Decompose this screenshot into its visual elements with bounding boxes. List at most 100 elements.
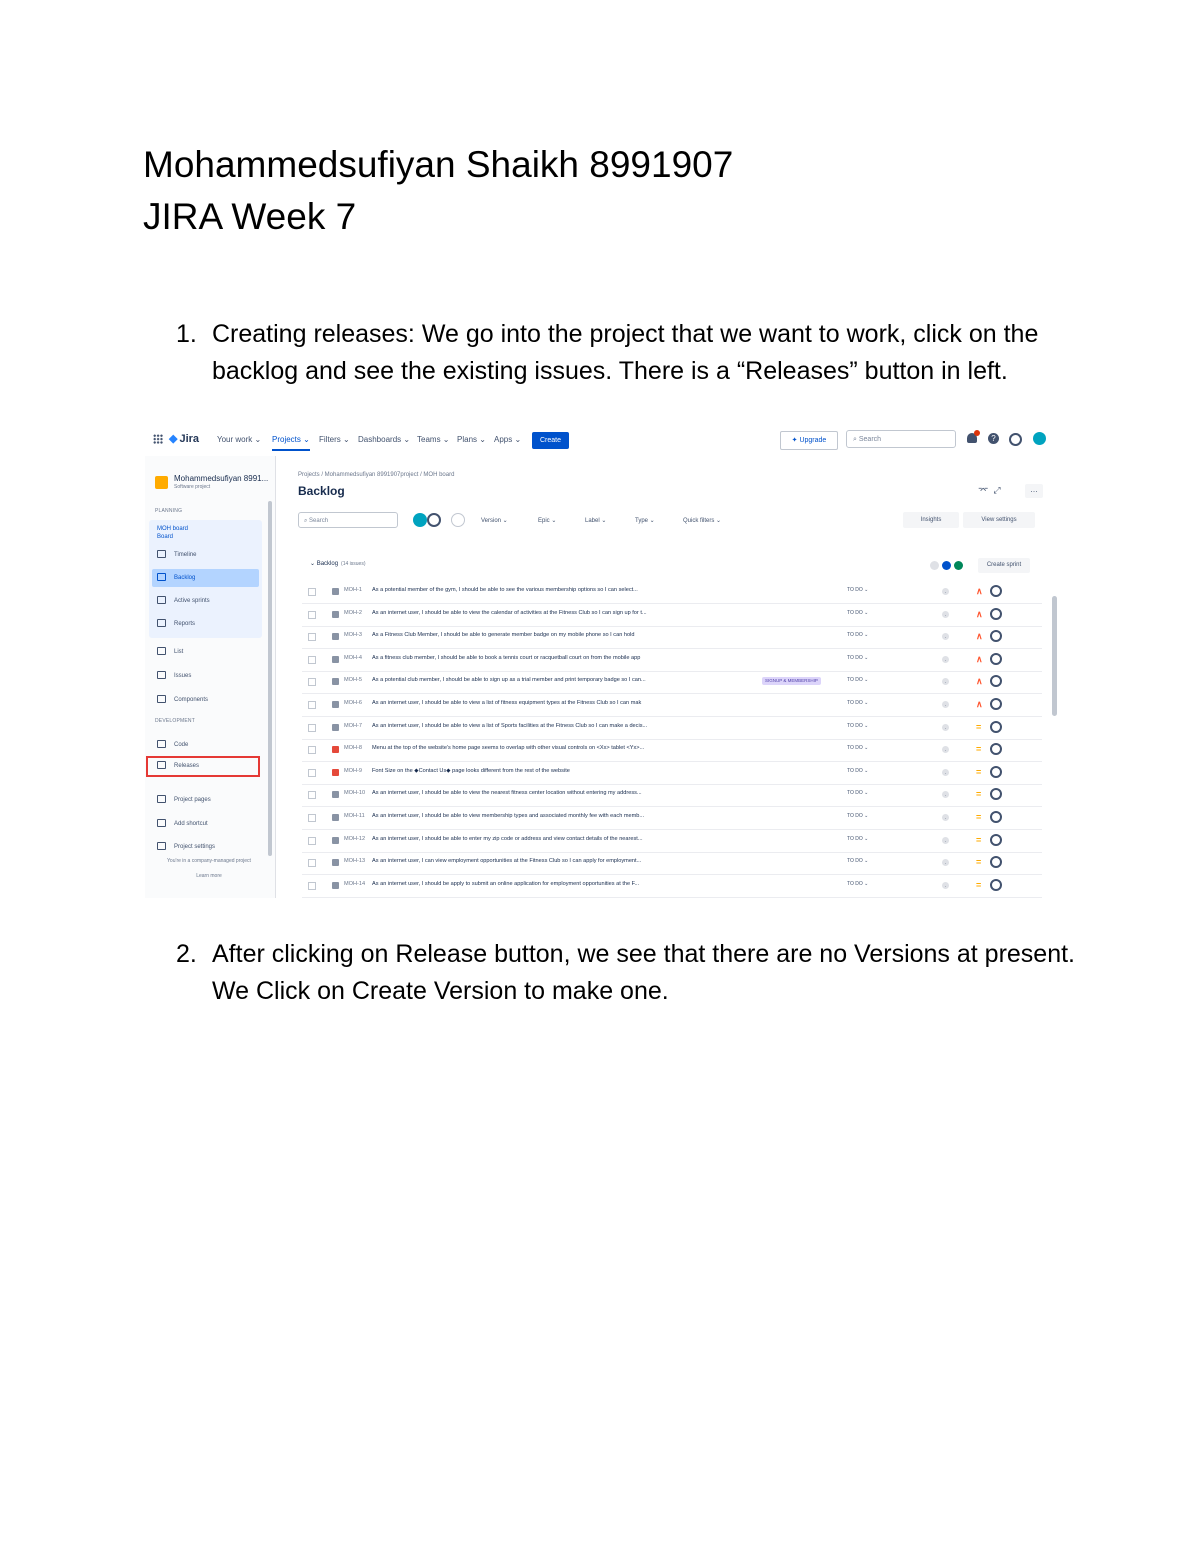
nav-projects[interactable]: Projects ⌄ <box>272 435 310 451</box>
issue-key[interactable]: MOH-8 <box>344 745 362 751</box>
sidebar-item-reports[interactable]: Reports <box>157 615 259 633</box>
board-selector[interactable]: MOH board Board <box>157 525 188 541</box>
issue-key[interactable]: MOH-14 <box>344 881 365 887</box>
row-checkbox[interactable] <box>308 655 316 664</box>
issue-key[interactable]: MOH-7 <box>344 723 362 729</box>
table-row[interactable]: MOH-3 As a Fitness Club Member, I should … <box>302 626 1042 650</box>
table-row[interactable]: MOH-8 Menu at the top of the website's ho… <box>302 739 1042 763</box>
create-sprint-button[interactable]: Create sprint <box>978 558 1030 573</box>
sidebar-item-releases[interactable]: Releases <box>146 756 260 777</box>
assignee-avatar[interactable] <box>990 833 1002 846</box>
table-row[interactable]: MOH-10 As an internet user, I should be a… <box>302 784 1042 808</box>
breadcrumb[interactable]: Projects / Mohammedsufiyan 8991907projec… <box>298 472 454 478</box>
table-row[interactable]: MOH-14 As an internet user, I should be a… <box>302 875 1042 898</box>
row-checkbox[interactable] <box>308 701 316 709</box>
table-row[interactable]: MOH-12 As an internet user, I should be a… <box>302 830 1042 853</box>
issue-key[interactable]: MOH-9 <box>344 768 362 774</box>
avatar[interactable] <box>413 513 427 527</box>
assignee-avatar[interactable] <box>990 585 1002 597</box>
row-checkbox[interactable] <box>308 610 316 619</box>
more-actions-button[interactable]: … <box>1025 484 1043 498</box>
issue-summary[interactable]: As an internet user, I should be able to… <box>372 790 842 796</box>
table-row[interactable]: MOH-11 As an internet user, I should be a… <box>302 807 1042 830</box>
status-dropdown[interactable]: TO DO ⌄ <box>847 813 868 819</box>
row-checkbox[interactable] <box>308 746 316 755</box>
issue-key[interactable]: MOH-10 <box>344 790 365 796</box>
profile-avatar[interactable] <box>1033 432 1046 445</box>
sidebar-item-project-pages[interactable]: Project pages <box>157 791 259 809</box>
sidebar-item-add-shortcut[interactable]: Add shortcut <box>157 815 259 833</box>
assignee-avatar[interactable] <box>990 788 1002 801</box>
status-dropdown[interactable]: TO DO ⌄ <box>847 858 868 864</box>
issue-key[interactable]: MOH-6 <box>344 700 362 706</box>
issue-summary[interactable]: As an internet user, I should be able to… <box>372 700 842 706</box>
assignee-avatar[interactable] <box>990 607 1002 620</box>
sidebar-item-issues[interactable]: Issues <box>157 667 259 685</box>
learn-more-link[interactable]: Learn more <box>145 873 273 879</box>
nav-teams[interactable]: Teams ⌄ <box>417 435 450 444</box>
filter-version[interactable]: Version ⌄ <box>481 517 508 524</box>
row-checkbox[interactable] <box>308 768 316 777</box>
issue-summary[interactable]: As an internet user, I should be able to… <box>372 610 842 616</box>
row-checkbox[interactable] <box>308 678 316 687</box>
status-dropdown[interactable]: TO DO ⌄ <box>847 790 868 796</box>
table-row[interactable]: MOH-2 As an internet user, I should be ab… <box>302 604 1042 627</box>
status-dropdown[interactable]: TO DO ⌄ <box>847 655 868 661</box>
row-checkbox[interactable] <box>308 859 316 868</box>
insights-button[interactable]: Insights <box>903 512 959 528</box>
top-search-input[interactable]: ⌕ Search <box>846 430 956 448</box>
filter-type[interactable]: Type ⌄ <box>635 517 655 524</box>
assignee-avatar[interactable] <box>990 811 1002 823</box>
issue-key[interactable]: MOH-11 <box>344 813 365 819</box>
assignee-avatar[interactable] <box>990 765 1002 778</box>
row-checkbox[interactable] <box>308 881 316 890</box>
issue-summary[interactable]: As a potential member of the gym, I shou… <box>372 587 842 593</box>
status-dropdown[interactable]: TO DO ⌄ <box>847 745 868 751</box>
assignee-avatar[interactable] <box>990 743 1002 756</box>
table-row[interactable]: MOH-4 As a fitness club member, I should … <box>302 649 1042 672</box>
project-name[interactable]: Mohammedsufiyan 8991... <box>174 474 268 483</box>
assignee-avatar[interactable] <box>990 856 1002 869</box>
row-checkbox[interactable] <box>308 836 316 845</box>
nav-plans[interactable]: Plans ⌄ <box>457 435 486 444</box>
assignee-avatar[interactable] <box>990 878 1002 891</box>
sidebar-item-code[interactable]: Code <box>157 736 259 754</box>
sidebar-item-project-settings[interactable]: Project settings <box>157 838 259 856</box>
issue-key[interactable]: MOH-13 <box>344 858 365 864</box>
issue-key[interactable]: MOH-5 <box>344 677 362 683</box>
issue-key[interactable]: MOH-2 <box>344 610 362 616</box>
status-dropdown[interactable]: TO DO ⌄ <box>847 836 868 842</box>
status-dropdown[interactable]: TO DO ⌄ <box>847 632 868 638</box>
issue-summary[interactable]: As an internet user, I should be apply t… <box>372 881 842 887</box>
share-icon[interactable]: ⌤ <box>978 485 988 495</box>
filter-label[interactable]: Label ⌄ <box>585 517 606 524</box>
sidebar-item-list[interactable]: List <box>157 643 259 661</box>
row-checkbox[interactable] <box>308 814 316 822</box>
row-checkbox[interactable] <box>308 588 316 596</box>
status-dropdown[interactable]: TO DO ⌄ <box>847 881 868 887</box>
status-dropdown[interactable]: TO DO ⌄ <box>847 677 868 683</box>
issue-summary[interactable]: As a fitness club member, I should be ab… <box>372 655 842 661</box>
issue-key[interactable]: MOH-4 <box>344 655 362 661</box>
table-row[interactable]: MOH-7 As an internet user, I should be ab… <box>302 717 1042 740</box>
backlog-scrollbar[interactable] <box>1052 596 1057 716</box>
nav-apps[interactable]: Apps ⌄ <box>494 435 521 444</box>
assignee-avatar[interactable] <box>990 652 1002 665</box>
issue-key[interactable]: MOH-12 <box>344 836 365 842</box>
app-switcher-icon[interactable] <box>153 434 163 444</box>
issue-summary[interactable]: As a Fitness Club Member, I should be ab… <box>372 632 842 638</box>
issue-summary[interactable]: Font Size on the ◆Contact Us◆ page looks… <box>372 768 842 774</box>
nav-dashboards[interactable]: Dashboards ⌄ <box>358 435 410 444</box>
status-dropdown[interactable]: TO DO ⌄ <box>847 610 868 616</box>
sidebar-item-timeline[interactable]: Timeline <box>157 546 259 564</box>
sidebar-item-active-sprints[interactable]: Active sprints <box>157 592 259 610</box>
assignee-avatar[interactable] <box>990 698 1002 710</box>
assignee-avatar[interactable] <box>990 720 1002 733</box>
jira-logo[interactable]: ◆ Jira <box>169 432 199 445</box>
create-button[interactable]: Create <box>532 432 569 449</box>
issue-summary[interactable]: As an internet user, I should be able to… <box>372 813 842 819</box>
nav-filters[interactable]: Filters ⌄ <box>319 435 350 444</box>
table-row[interactable]: MOH-6 As an internet user, I should be ab… <box>302 694 1042 717</box>
issue-summary[interactable]: As an internet user, I can view employme… <box>372 858 842 864</box>
filter-quick-filters[interactable]: Quick filters ⌄ <box>683 517 721 524</box>
